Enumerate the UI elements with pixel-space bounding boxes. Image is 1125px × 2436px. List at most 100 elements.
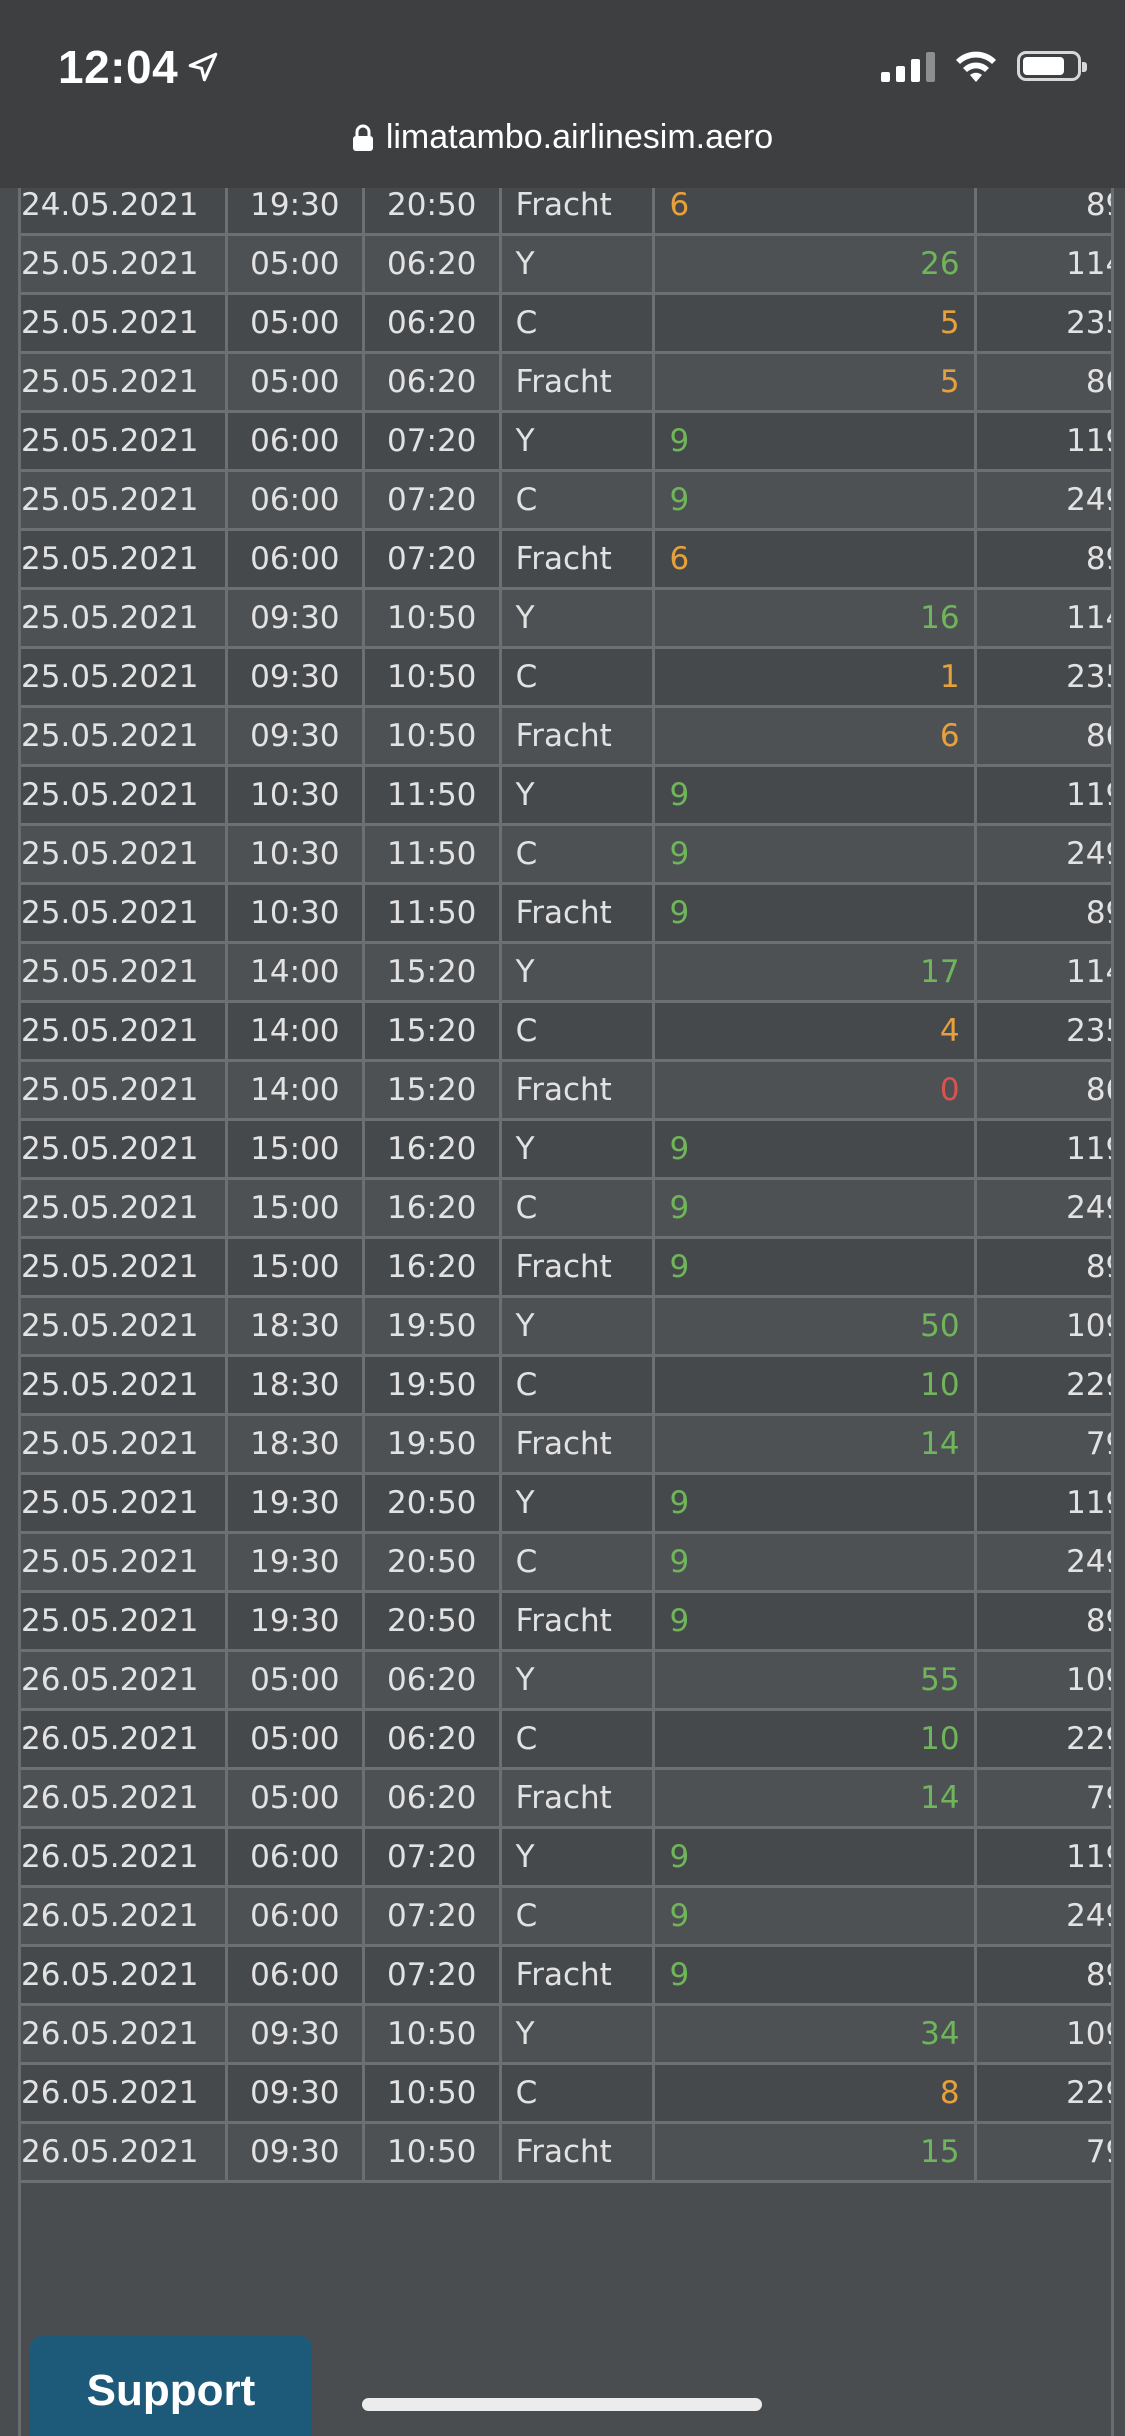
date-cell: 25.05.2021: [21, 941, 228, 1003]
class-cell: Fracht: [498, 351, 656, 413]
seats-cell: 9: [652, 469, 977, 531]
price-cell: 229 AS: [973, 2062, 1111, 2124]
price-cell: 79 AS: [973, 2121, 1111, 2183]
price-cell: 114 AS: [973, 587, 1111, 649]
date-cell: 25.05.2021: [21, 1472, 228, 1534]
departure-cell: 19:30: [224, 1531, 365, 1593]
table-row: 25.05.202105:0006:20Fracht586 AS: [21, 351, 1111, 413]
departure-cell: 18:30: [224, 1295, 365, 1357]
price-cell: 119 AS: [973, 764, 1111, 826]
arrival-cell: 15:20: [361, 1000, 502, 1062]
price-cell: 235 AS: [973, 1000, 1111, 1062]
class-cell: Y: [498, 587, 656, 649]
support-button[interactable]: Support: [30, 2336, 312, 2436]
date-cell: 26.05.2021: [21, 1649, 228, 1711]
table-row: 25.05.202114:0015:20Y17114 AS: [21, 941, 1111, 1003]
table-row: 25.05.202109:3010:50C1235 AS: [21, 646, 1111, 708]
date-cell: 25.05.2021: [21, 1236, 228, 1298]
date-cell: 25.05.2021: [21, 410, 228, 472]
seats-cell: 10: [652, 1354, 977, 1416]
table-row: 25.05.202118:3019:50Y50109 AS: [21, 1295, 1111, 1357]
arrival-cell: 10:50: [361, 587, 502, 649]
seats-cell: 6: [652, 705, 977, 767]
seats-cell: 14: [652, 1767, 977, 1829]
table-row: 25.05.202118:3019:50C10229 AS: [21, 1354, 1111, 1416]
class-cell: C: [498, 1177, 656, 1239]
arrival-cell: 19:50: [361, 1413, 502, 1475]
status-time: 12:04: [58, 41, 179, 93]
table-row: 26.05.202105:0006:20C10229 AS: [21, 1708, 1111, 1770]
class-cell: Y: [498, 1649, 656, 1711]
arrival-cell: 07:20: [361, 1944, 502, 2006]
date-cell: 26.05.2021: [21, 2062, 228, 2124]
arrival-cell: 20:50: [361, 1531, 502, 1593]
departure-cell: 05:00: [224, 1767, 365, 1829]
cellular-signal-icon: [881, 50, 935, 82]
arrival-cell: 06:20: [361, 1767, 502, 1829]
price-cell: 79 AS: [973, 1413, 1111, 1475]
date-cell: 25.05.2021: [21, 587, 228, 649]
seats-cell: 9: [652, 823, 977, 885]
departure-cell: 06:00: [224, 410, 365, 472]
seats-cell: 15: [652, 2121, 977, 2183]
seats-cell: 9: [652, 1826, 977, 1888]
date-cell: 26.05.2021: [21, 1885, 228, 1947]
wifi-icon: [956, 51, 996, 82]
seats-cell: 9: [652, 1236, 977, 1298]
arrival-cell: 06:20: [361, 233, 502, 295]
price-cell: 109 AS: [973, 1649, 1111, 1711]
arrival-cell: 10:50: [361, 2003, 502, 2065]
arrival-cell: 11:50: [361, 882, 502, 944]
class-cell: Y: [498, 1118, 656, 1180]
price-cell: 235 AS: [973, 292, 1111, 354]
price-cell: 86 AS: [973, 351, 1111, 413]
departure-cell: 09:30: [224, 2003, 365, 2065]
arrival-cell: 06:20: [361, 1649, 502, 1711]
departure-cell: 19:30: [224, 1590, 365, 1652]
status-icons: [881, 48, 1087, 84]
home-indicator[interactable]: [362, 2398, 762, 2411]
price-cell: 249 AS: [973, 1177, 1111, 1239]
price-cell: 114 AS: [973, 233, 1111, 295]
date-cell: 26.05.2021: [21, 1826, 228, 1888]
departure-cell: 10:30: [224, 823, 365, 885]
departure-cell: 10:30: [224, 764, 365, 826]
class-cell: C: [498, 1354, 656, 1416]
seats-cell: 6: [652, 528, 977, 590]
table-row: 25.05.202105:0006:20Y26114 AS: [21, 233, 1111, 295]
price-cell: 249 AS: [973, 1531, 1111, 1593]
seats-cell: 1: [652, 646, 977, 708]
seats-cell: 5: [652, 351, 977, 413]
price-cell: 89 AS: [973, 882, 1111, 944]
price-cell: 119 AS: [973, 1826, 1111, 1888]
arrival-cell: 07:20: [361, 1826, 502, 1888]
seats-cell: 16: [652, 587, 977, 649]
price-cell: 119 AS: [973, 1118, 1111, 1180]
class-cell: Y: [498, 1472, 656, 1534]
seats-cell: 9: [652, 1944, 977, 2006]
departure-cell: 06:00: [224, 1944, 365, 2006]
arrival-cell: 10:50: [361, 2062, 502, 2124]
address-bar[interactable]: limatambo.airlinesim.aero: [0, 118, 1125, 157]
departure-cell: 09:30: [224, 646, 365, 708]
seats-cell: 9: [652, 1472, 977, 1534]
class-cell: Fracht: [498, 1059, 656, 1121]
seats-cell: 10: [652, 1708, 977, 1770]
class-cell: Y: [498, 941, 656, 1003]
arrival-cell: 10:50: [361, 2121, 502, 2183]
arrival-cell: 16:20: [361, 1118, 502, 1180]
table-row: 26.05.202106:0007:20C9249 AS: [21, 1885, 1111, 1947]
class-cell: Y: [498, 2003, 656, 2065]
class-cell: Fracht: [498, 528, 656, 590]
arrival-cell: 10:50: [361, 705, 502, 767]
date-cell: 25.05.2021: [21, 1295, 228, 1357]
price-cell: 114 AS: [973, 941, 1111, 1003]
date-cell: 25.05.2021: [21, 528, 228, 590]
date-cell: 25.05.2021: [21, 1354, 228, 1416]
table-row: 26.05.202106:0007:20Fracht989 AS: [21, 1944, 1111, 2006]
departure-cell: 05:00: [224, 1649, 365, 1711]
departure-cell: 18:30: [224, 1413, 365, 1475]
departure-cell: 09:30: [224, 705, 365, 767]
class-cell: C: [498, 469, 656, 531]
url-text: limatambo.airlinesim.aero: [385, 118, 774, 156]
